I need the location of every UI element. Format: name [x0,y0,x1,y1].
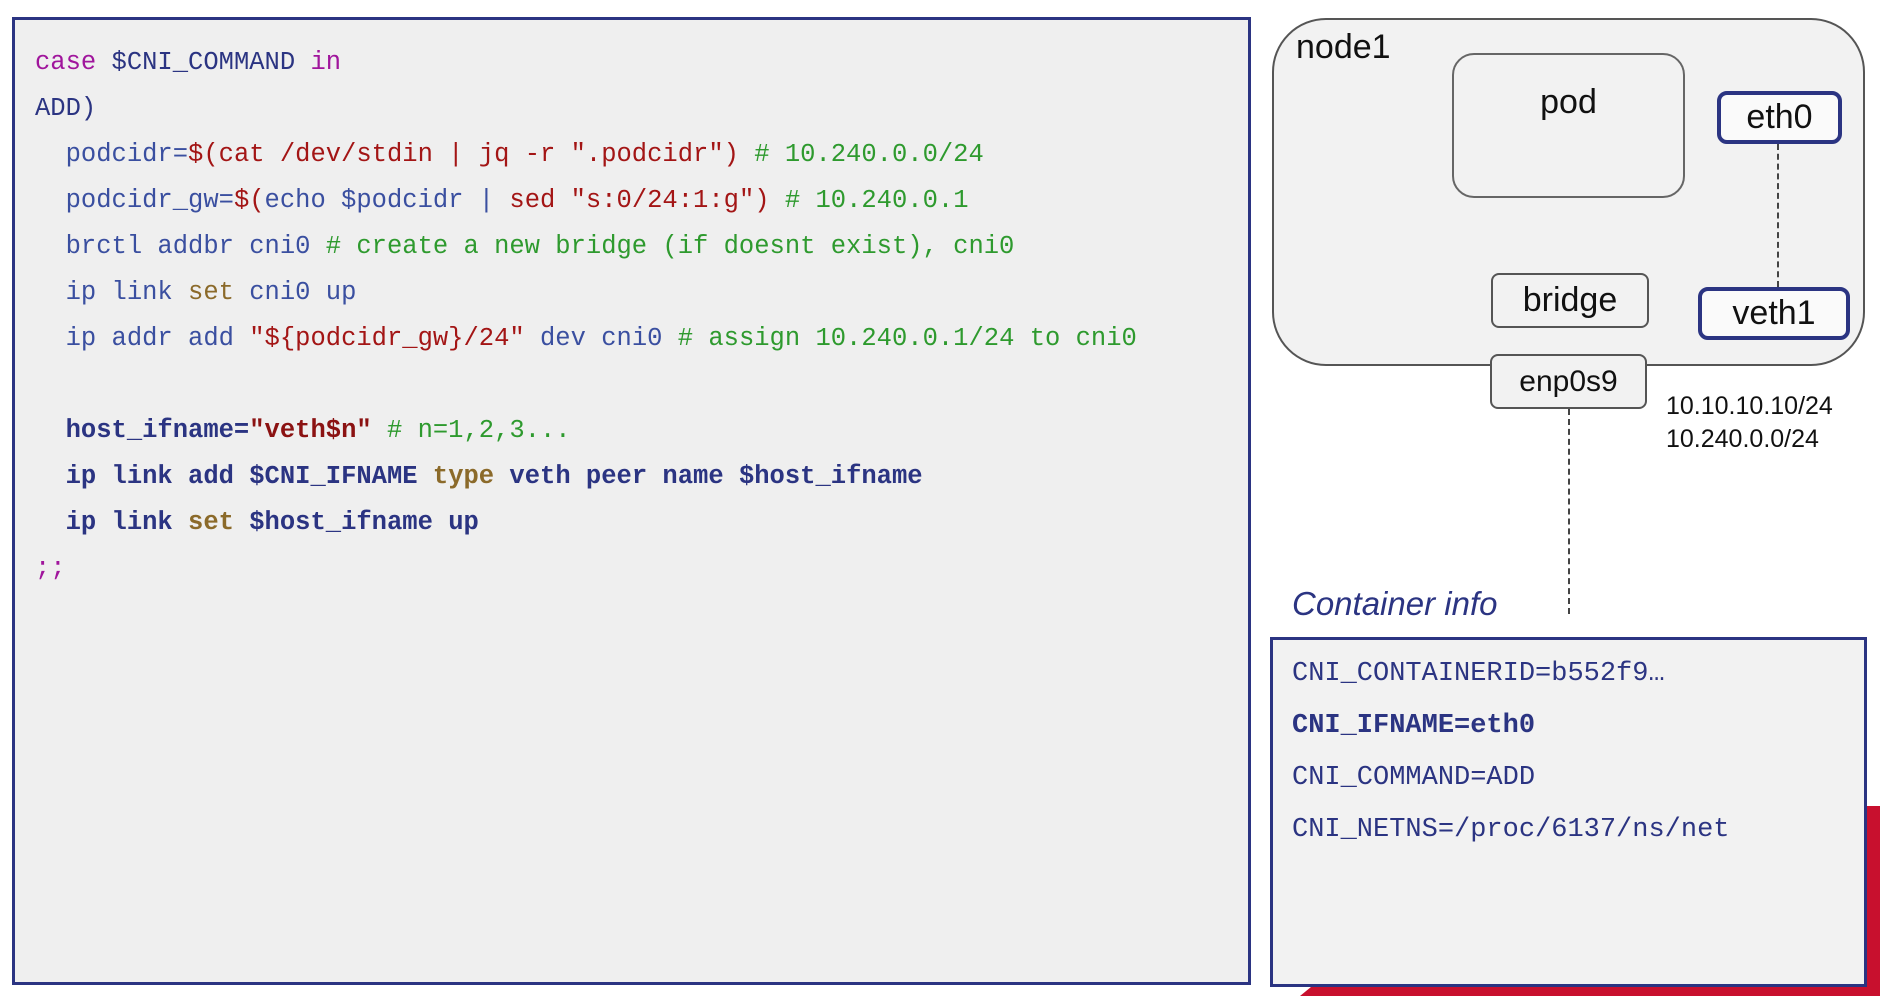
container-info-box [1270,637,1867,987]
code-token: veth peer name [494,462,739,491]
code-token: # 10.240.0.1 [769,186,969,215]
code-token: podcidr= [35,140,189,169]
node-label: node1 [1296,28,1391,66]
code-token: brctl addbr cni0 [35,232,326,261]
code-token: dev cni0 [524,324,678,353]
code-line: host_ifname="veth$n" # n=1,2,3... [35,408,1240,454]
code-line: ip link set cni0 up [35,270,1240,316]
code-token: set [188,508,234,537]
code-token: | [463,186,510,215]
code-token: cni0 up [233,278,357,307]
code-token: # create a new bridge (if doesnt exist),… [325,232,1015,261]
code-token: host_ifname= [35,416,250,445]
code-token: ip link [35,278,189,307]
code-token: ;; [35,554,66,583]
veth1-interface: veth1 [1698,287,1850,340]
enp0s9-link [1568,409,1570,614]
host-ip: 10.10.10.10/24 [1666,392,1833,420]
code-token: ip addr add [35,324,250,353]
code-token: "veth$n" [249,416,372,445]
code-token: "${podcidr_gw}/24" [249,324,525,353]
code-line: podcidr_gw=$(echo $podcidr | sed "s:0/24… [35,178,1240,224]
code-token: $CNI_IFNAME [249,462,433,491]
code-token: # 10.240.0.0/24 [738,140,984,169]
bridge-box: bridge [1491,273,1649,328]
code-token: sed "s:0/24:1:g") [509,186,770,215]
code-token: $(cat /dev/stdin | [188,140,479,169]
code-token: case [35,48,97,77]
code-token: set [188,278,234,307]
code-block: case $CNI_COMMAND in ADD) podcidr=$(cat /… [35,40,1240,592]
pod-label: pod [1540,83,1597,121]
netns-line: CNI_NETNS=/proc/6137/ns/net [1292,815,1730,845]
code-token: type [432,462,495,491]
code-token: echo $podcidr [264,186,464,215]
pod-cidr: 10.240.0.0/24 [1666,425,1819,453]
code-token: in [310,48,342,77]
code-line: podcidr=$(cat /dev/stdin | jq -r ".podci… [35,132,1240,178]
container-id-line: CNI_CONTAINERID=b552f9… [1292,659,1665,689]
enp0s9-interface: enp0s9 [1490,354,1647,409]
eth0-veth1-link [1777,144,1779,287]
command-line: CNI_COMMAND=ADD [1292,763,1536,793]
code-token: $CNI_COMMAND [96,48,311,77]
eth0-interface: eth0 [1717,91,1842,144]
code-token: $host_ifname up [233,508,479,537]
code-line: ;; [35,546,1240,592]
pod-box [1452,53,1685,198]
code-token: jq -r ".podcidr") [478,140,739,169]
code-token: podcidr_gw= [35,186,234,215]
code-token: # n=1,2,3... [371,416,571,445]
code-token: ip link add [35,462,250,491]
code-line: case $CNI_COMMAND in [35,40,1240,86]
code-token: $( [233,186,265,215]
ifname-line: CNI_IFNAME=eth0 [1292,711,1536,741]
container-info-title: Container info [1292,585,1498,622]
code-line: ip addr add "${podcidr_gw}/24" dev cni0 … [35,316,1240,362]
code-panel: case $CNI_COMMAND in ADD) podcidr=$(cat /… [12,17,1251,985]
code-line: ip link add $CNI_IFNAME type veth peer n… [35,454,1240,500]
code-token: $host_ifname [738,462,923,491]
code-token: ADD) [35,94,97,123]
code-token: ip link [35,508,189,537]
code-line: brctl addbr cni0 # create a new bridge (… [35,224,1240,270]
code-line: ADD) [35,86,1240,132]
ip-addresses: 10.10.10.10/24 10.240.0.0/24 [1666,390,1833,456]
code-token: # assign 10.240.0.1/24 to cni0 [677,324,1137,353]
code-line: ip link set $host_ifname up [35,500,1240,546]
code-line [35,362,1240,408]
